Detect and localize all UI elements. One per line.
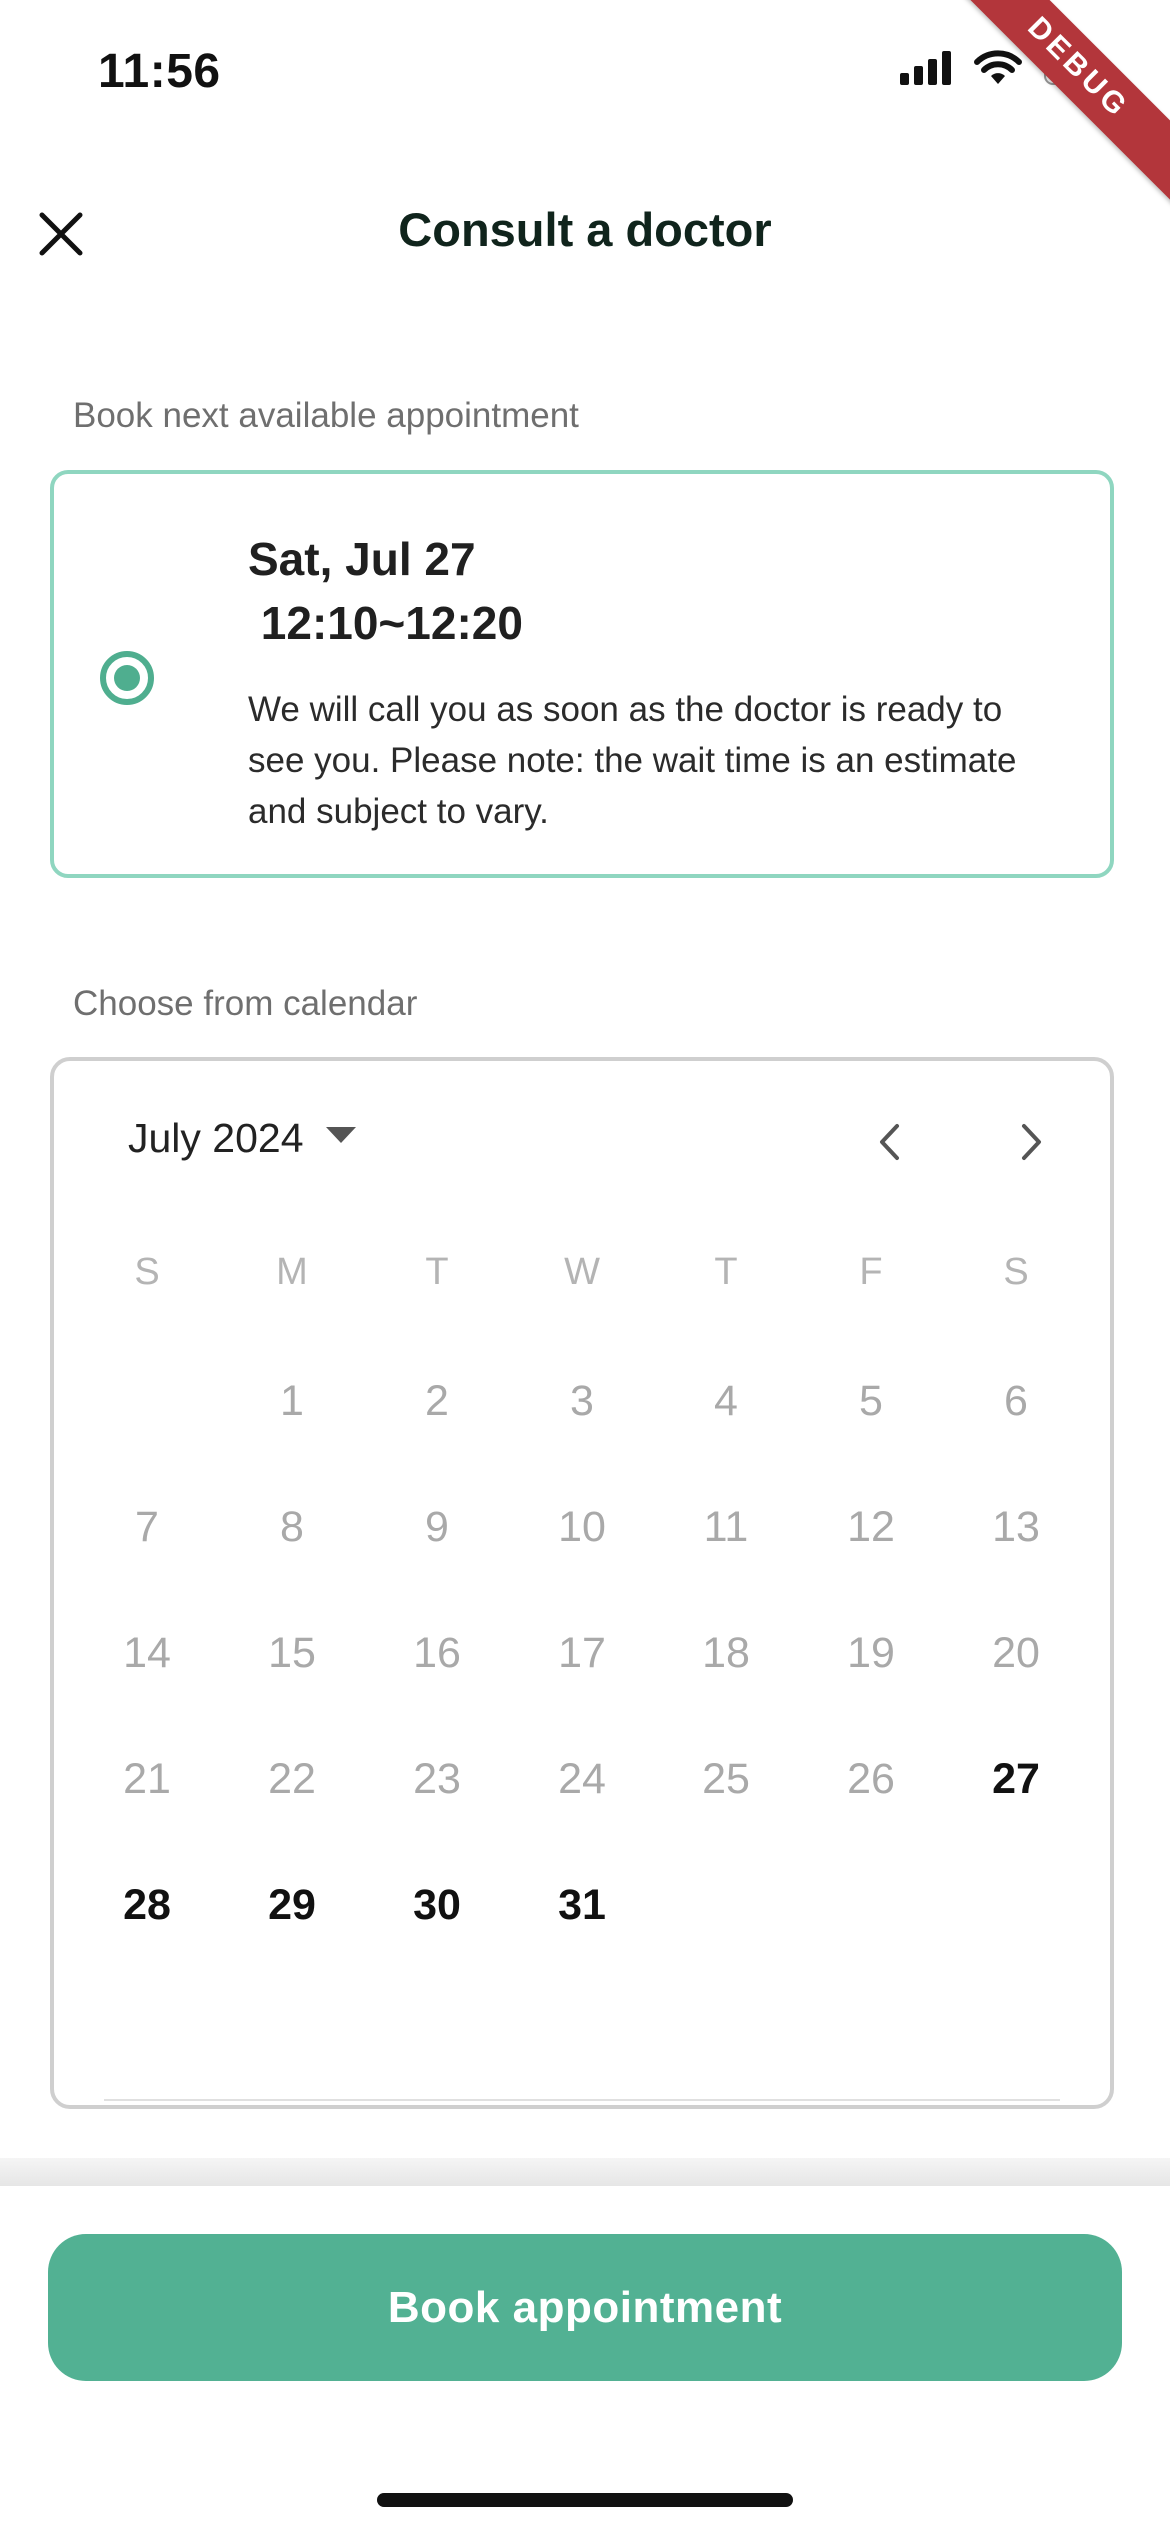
weekday-label: F <box>859 1251 883 1293</box>
next-month-button[interactable] <box>997 1109 1067 1179</box>
wifi-icon <box>974 50 1022 91</box>
calendar-day-3: 3 <box>570 1377 594 1425</box>
radio-selected-icon[interactable] <box>100 651 154 705</box>
signal-icon <box>900 51 952 90</box>
calendar-day-15: 15 <box>268 1629 316 1677</box>
calendar-day-2: 2 <box>425 1377 449 1425</box>
calendar-day-26: 26 <box>847 1755 895 1803</box>
calendar-day-9: 9 <box>425 1503 449 1551</box>
footer-divider <box>0 2158 1170 2186</box>
calendar-day-11: 11 <box>703 1503 749 1551</box>
chevron-left-icon <box>876 1122 902 1167</box>
calendar-day-25: 25 <box>702 1755 750 1803</box>
calendar-day-4: 4 <box>714 1377 738 1425</box>
calendar-day-21: 21 <box>123 1755 171 1803</box>
caret-down-icon <box>325 1127 356 1150</box>
next-available-option[interactable]: Sat, Jul 27 12:10~12:20 We will call you… <box>50 470 1114 878</box>
appointment-time: 12:10~12:20 <box>248 597 523 649</box>
calendar: July 2024 S M T W T F S 1 2 3 4 5 6 7 8 9 10 11 12 13 14 15 16… <box>50 1057 1114 2109</box>
calendar-day-7: 7 <box>135 1503 159 1551</box>
calendar-day-20: 20 <box>992 1629 1040 1677</box>
home-indicator <box>377 2493 793 2507</box>
calendar-day-1: 1 <box>280 1377 304 1425</box>
calendar-day-12: 12 <box>847 1503 895 1551</box>
calendar-day-29[interactable]: 29 <box>232 1881 352 1930</box>
weekday-label: S <box>1003 1251 1029 1293</box>
calendar-day-28[interactable]: 28 <box>87 1881 207 1930</box>
calendar-day-16: 16 <box>413 1629 461 1677</box>
calendar-day-8: 8 <box>280 1503 304 1551</box>
calendar-day-13: 13 <box>992 1503 1040 1551</box>
calendar-day-19: 19 <box>847 1629 895 1677</box>
calendar-day-23: 23 <box>413 1755 461 1803</box>
calendar-day-6: 6 <box>1004 1377 1028 1425</box>
calendar-day-5: 5 <box>859 1377 883 1425</box>
month-label: July 2024 <box>128 1115 304 1161</box>
page-title: Consult a doctor <box>398 203 772 256</box>
debug-banner: DEBUG <box>909 0 1170 237</box>
calendar-day-10: 10 <box>558 1503 606 1551</box>
weekday-label: S <box>134 1251 160 1293</box>
calendar-day-31[interactable]: 31 <box>522 1881 642 1930</box>
book-appointment-button[interactable]: Book appointment <box>48 2234 1122 2381</box>
calendar-day-24: 24 <box>558 1755 606 1803</box>
next-available-label: Book next available appointment <box>73 396 579 435</box>
calendar-day-17: 17 <box>558 1629 606 1677</box>
chevron-right-icon <box>1019 1122 1045 1167</box>
calendar-day-18: 18 <box>702 1629 750 1677</box>
weekday-label: M <box>276 1251 308 1293</box>
appointment-date: Sat, Jul 27 <box>248 533 476 585</box>
appointment-note: We will call you as soon as the doctor i… <box>248 690 1017 831</box>
calendar-day-14: 14 <box>123 1629 171 1677</box>
weekday-label: T <box>425 1251 449 1293</box>
calendar-day-27[interactable]: 27 <box>956 1755 1076 1804</box>
previous-month-button[interactable] <box>854 1109 924 1179</box>
calendar-divider <box>104 2099 1060 2101</box>
calendar-day-22: 22 <box>268 1755 316 1803</box>
month-selector[interactable]: July 2024 <box>128 1115 356 1162</box>
calendar-day-30[interactable]: 30 <box>377 1881 497 1930</box>
status-time: 11:56 <box>98 45 221 98</box>
calendar-label: Choose from calendar <box>73 984 418 1023</box>
weekday-label: W <box>564 1251 600 1293</box>
weekday-label: T <box>714 1251 738 1293</box>
